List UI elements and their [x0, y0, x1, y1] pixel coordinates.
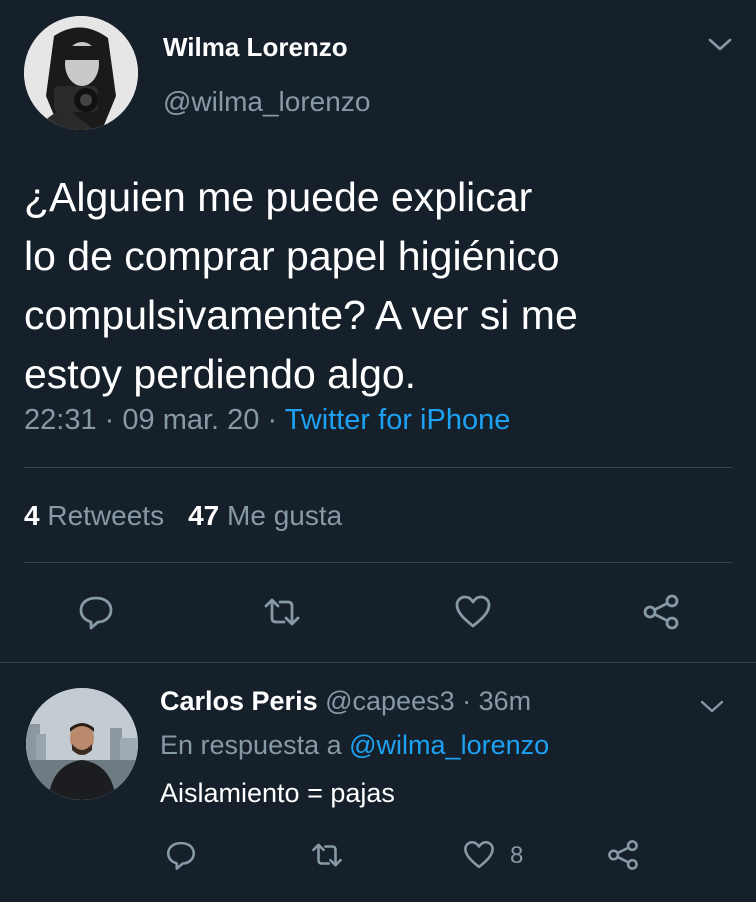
- reply-age: 36m: [478, 686, 532, 716]
- tweet-date: 09 mar. 20: [122, 404, 260, 436]
- tweet-text-line: estoy perdiendo algo.: [24, 351, 417, 397]
- divider: [24, 562, 732, 563]
- share-icon[interactable]: [606, 838, 640, 872]
- share-icon[interactable]: [641, 592, 681, 632]
- reply-to: En respuesta a @wilma_lorenzo: [160, 730, 549, 761]
- likes-label: Me gusta: [227, 500, 343, 531]
- retweet-icon[interactable]: [262, 592, 302, 632]
- avatar-photo: [26, 688, 138, 800]
- like-icon[interactable]: [453, 592, 493, 632]
- reply-like-count: 8: [510, 842, 524, 869]
- tweet-text: ¿Alguien me puede explicar lo de comprar…: [24, 168, 724, 404]
- divider: [0, 662, 756, 663]
- tweet-meta: 22:31 · 09 mar. 20 · Twitter for iPhone: [24, 404, 510, 437]
- reply-to-prefix: En respuesta a: [160, 730, 342, 760]
- avatar-photo: [24, 16, 138, 130]
- main-tweet: Wilma Lorenzo @wilma_lorenzo ¿Alguien me…: [0, 0, 756, 662]
- retweets-label: Retweets: [47, 500, 165, 531]
- like-icon[interactable]: [462, 838, 496, 872]
- meta-separator: ·: [104, 404, 115, 436]
- author-name[interactable]: Wilma Lorenzo: [163, 32, 348, 63]
- retweets-count: 4: [24, 500, 40, 531]
- meta-separator: ·: [267, 404, 278, 436]
- likes-count: 47: [188, 500, 220, 531]
- chevron-down-icon[interactable]: [705, 34, 735, 56]
- reply-text: Aislamiento = pajas: [160, 778, 395, 808]
- likes-stat[interactable]: 47 Me gusta: [188, 500, 342, 531]
- tweet-time: 22:31: [24, 404, 97, 436]
- meta-separator: ·: [462, 686, 472, 716]
- tweet-text-line: ¿Alguien me puede explicar: [24, 174, 533, 220]
- chevron-down-icon[interactable]: [698, 697, 726, 717]
- divider: [24, 467, 732, 468]
- tweet-source-link[interactable]: Twitter for iPhone: [285, 404, 511, 436]
- reply-to-handle[interactable]: @wilma_lorenzo: [349, 730, 549, 760]
- avatar[interactable]: [24, 16, 138, 130]
- reply-icon[interactable]: [76, 592, 116, 632]
- reply-header: Carlos Peris @capees3 · 36m: [160, 686, 531, 717]
- retweets-stat[interactable]: 4 Retweets: [24, 500, 164, 531]
- author-handle[interactable]: @wilma_lorenzo: [163, 86, 370, 118]
- avatar[interactable]: [26, 688, 138, 800]
- tweet-stats: 4 Retweets 47 Me gusta: [24, 500, 342, 532]
- reply-author-name[interactable]: Carlos Peris: [160, 686, 318, 716]
- retweet-icon[interactable]: [310, 838, 344, 872]
- reply-icon[interactable]: [164, 838, 198, 872]
- tweet-text-line: lo de comprar papel higiénico: [24, 233, 560, 279]
- tweet-text-line: compulsivamente? A ver si me: [24, 292, 578, 338]
- reply-author-handle[interactable]: @capees3: [325, 686, 455, 716]
